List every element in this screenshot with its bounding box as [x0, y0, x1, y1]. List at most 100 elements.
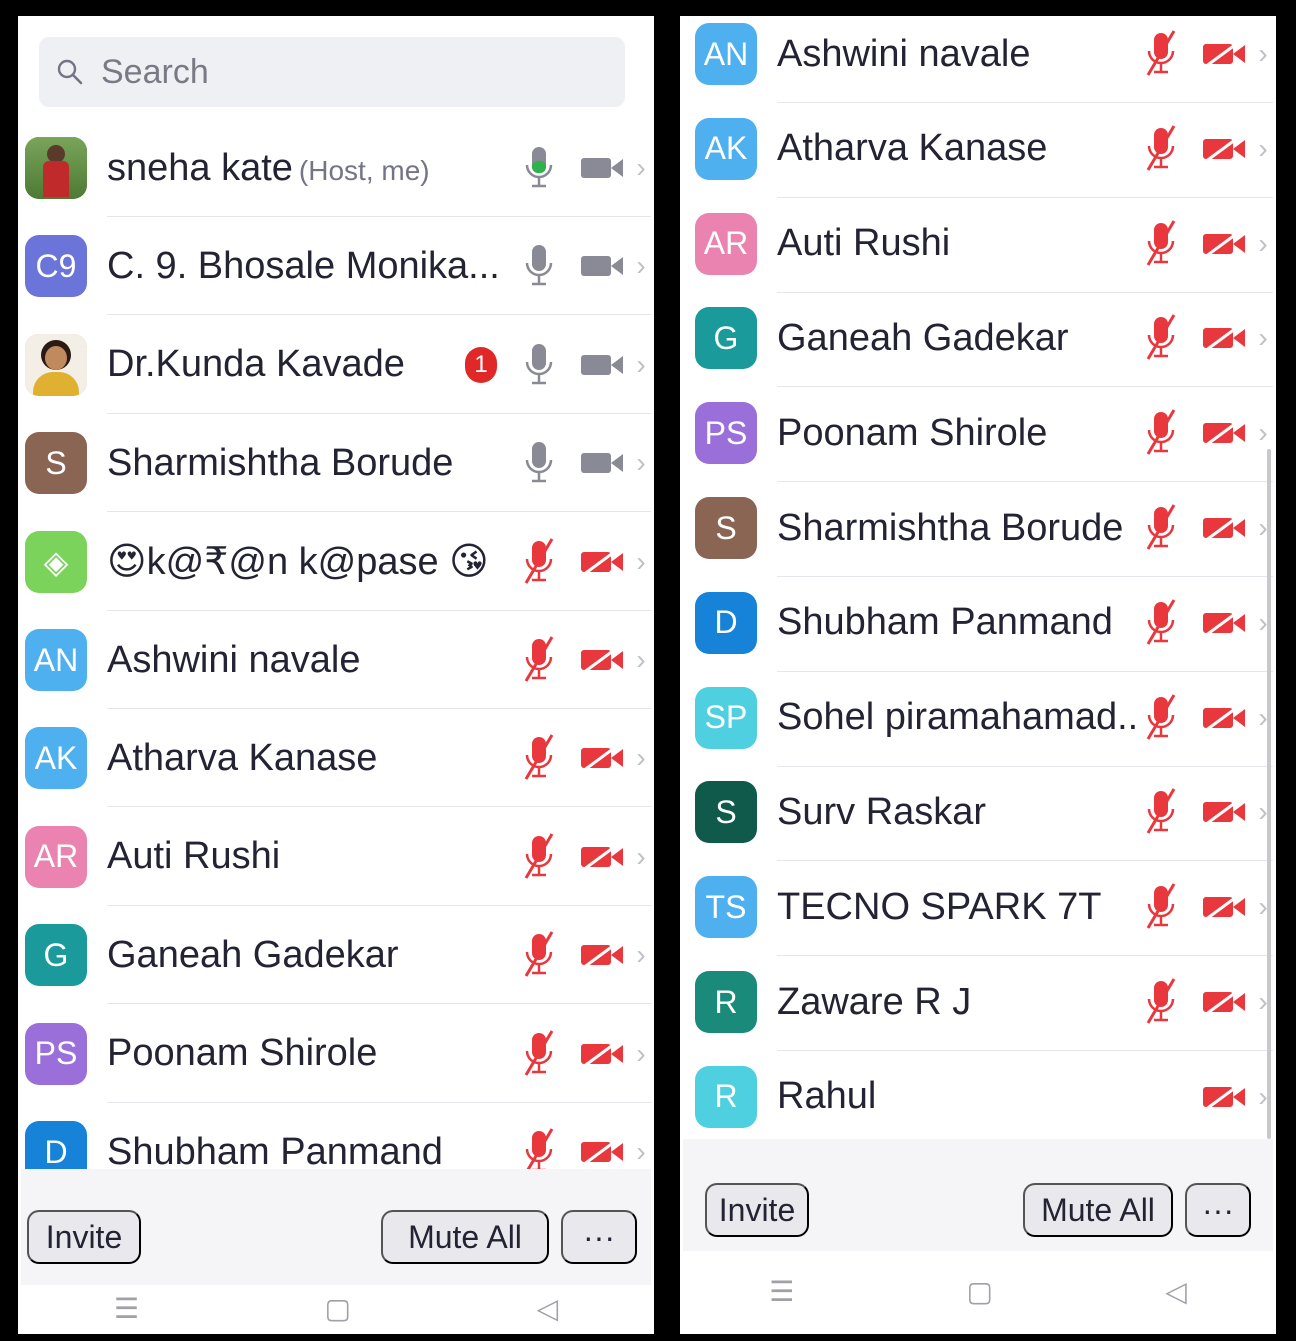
video-icon[interactable] — [577, 153, 627, 183]
participant-row[interactable]: TS TECNO SPARK 7T › — [695, 858, 1273, 957]
chevron-right-icon[interactable]: › — [631, 841, 651, 873]
chevron-right-icon[interactable]: › — [1253, 322, 1273, 354]
avatar: PS — [695, 402, 757, 465]
mic-muted-icon[interactable] — [519, 832, 559, 882]
participant-row[interactable]: AN Ashwini navale › — [695, 19, 1273, 103]
video-off-icon[interactable] — [1199, 323, 1249, 353]
video-off-icon[interactable] — [1199, 702, 1249, 733]
video-off-icon[interactable] — [1199, 513, 1249, 543]
participant-row[interactable]: R Zaware R J › — [695, 953, 1273, 1051]
participant-row[interactable]: S Sharmishtha Borude › — [695, 479, 1273, 577]
video-off-icon[interactable] — [577, 940, 627, 970]
participant-row[interactable]: AK Atharva Kanase › — [25, 709, 651, 808]
video-off-icon[interactable] — [577, 546, 627, 577]
mic-muted-icon[interactable] — [519, 1029, 559, 1079]
participant-row[interactable]: SP Sohel piramahamad... › — [695, 669, 1273, 767]
mic-muted-icon[interactable] — [519, 733, 559, 783]
video-off-icon[interactable] — [1199, 39, 1249, 69]
video-off-icon[interactable] — [1199, 607, 1249, 638]
mic-icon[interactable] — [519, 143, 559, 193]
scrollbar[interactable] — [1267, 449, 1271, 1139]
video-off-icon[interactable] — [577, 1038, 627, 1069]
participant-row[interactable]: AR Auti Rushi › — [25, 808, 651, 906]
mic-muted-icon[interactable] — [519, 635, 559, 685]
mic-muted-icon[interactable] — [1141, 598, 1181, 648]
mic-icon[interactable] — [519, 438, 559, 488]
participant-row[interactable]: G Ganeah Gadekar › — [695, 289, 1273, 388]
chevron-right-icon[interactable]: › — [631, 1038, 651, 1070]
participant-row[interactable]: sneha kate (Host, me) › — [25, 119, 651, 217]
video-off-icon[interactable] — [577, 645, 627, 675]
participant-row[interactable]: AK Atharva Kanase › — [695, 100, 1273, 198]
home-nav-icon[interactable]: ▢ — [325, 1292, 351, 1325]
mic-muted-icon[interactable] — [1141, 503, 1181, 553]
video-icon[interactable] — [577, 251, 627, 281]
chevron-right-icon[interactable]: › — [1253, 133, 1273, 165]
chevron-right-icon[interactable]: › — [631, 742, 651, 774]
chevron-right-icon[interactable]: › — [631, 1136, 651, 1168]
menu-nav-icon[interactable]: ☰ — [114, 1292, 139, 1325]
mic-icon[interactable] — [519, 241, 559, 291]
mic-muted-icon[interactable] — [1141, 219, 1181, 269]
participant-row[interactable]: G Ganeah Gadekar › — [25, 906, 651, 1005]
chevron-right-icon[interactable]: › — [631, 939, 651, 971]
video-off-icon[interactable] — [1199, 987, 1249, 1017]
video-off-icon[interactable] — [1199, 418, 1249, 448]
menu-nav-icon[interactable]: ☰ — [769, 1275, 794, 1308]
video-off-icon[interactable] — [577, 743, 627, 773]
video-off-icon[interactable] — [577, 841, 627, 872]
more-options-button[interactable]: ··· — [561, 1210, 637, 1264]
participant-row[interactable]: R Rahul › — [695, 1048, 1273, 1146]
participant-row[interactable]: S Sharmishtha Borude › — [25, 414, 651, 513]
chevron-right-icon[interactable]: › — [631, 152, 651, 184]
mic-muted-icon[interactable] — [1141, 124, 1181, 174]
mic-muted-icon[interactable] — [1141, 787, 1181, 837]
chevron-right-icon[interactable]: › — [631, 250, 651, 282]
participant-name: Poonam Shirole — [107, 1032, 378, 1075]
home-nav-icon[interactable]: ▢ — [967, 1275, 993, 1308]
back-nav-icon[interactable]: ◁ — [537, 1292, 559, 1325]
mic-icon[interactable] — [519, 340, 559, 390]
chevron-right-icon[interactable]: › — [631, 349, 651, 381]
participant-row[interactable]: PS Poonam Shirole › — [695, 384, 1273, 483]
mic-muted-icon[interactable] — [519, 537, 559, 587]
chevron-right-icon[interactable]: › — [1253, 38, 1273, 70]
participant-row[interactable]: AN Ashwini navale › — [25, 611, 651, 709]
participant-row[interactable]: Dr.Kunda Kavade 1 › — [25, 316, 651, 414]
participant-row[interactable]: AR Auti Rushi › — [695, 195, 1273, 293]
mic-muted-icon[interactable] — [1141, 313, 1181, 363]
mic-muted-icon[interactable] — [1141, 977, 1181, 1027]
participant-row[interactable]: S Surv Raskar › — [695, 763, 1273, 862]
mic-muted-icon[interactable] — [519, 930, 559, 980]
participant-row[interactable]: PS Poonam Shirole › — [25, 1005, 651, 1103]
video-off-icon[interactable] — [1199, 133, 1249, 164]
participant-row[interactable]: ◈ 😍k@₹@n k@pase 😘 › — [25, 513, 651, 611]
chevron-right-icon[interactable]: › — [1253, 417, 1273, 449]
invite-button[interactable]: Invite — [27, 1210, 141, 1264]
mute-all-button[interactable]: Mute All — [381, 1210, 549, 1264]
mic-muted-icon[interactable] — [1141, 693, 1181, 743]
video-off-icon[interactable] — [1199, 228, 1249, 259]
search-bar[interactable] — [39, 37, 625, 107]
mute-all-button[interactable]: Mute All — [1023, 1183, 1173, 1237]
video-off-icon[interactable] — [577, 1137, 627, 1167]
back-nav-icon[interactable]: ◁ — [1165, 1275, 1187, 1308]
participant-row[interactable]: D Shubham Panmand › — [695, 574, 1273, 672]
mic-muted-icon[interactable] — [1141, 882, 1181, 932]
mic-muted-icon[interactable] — [1141, 29, 1181, 79]
avatar: AK — [25, 727, 87, 790]
chevron-right-icon[interactable]: › — [1253, 228, 1273, 260]
chevron-right-icon[interactable]: › — [631, 546, 651, 578]
chevron-right-icon[interactable]: › — [631, 447, 651, 479]
video-icon[interactable] — [577, 448, 627, 478]
video-off-icon[interactable] — [1199, 1081, 1249, 1112]
video-icon[interactable] — [577, 350, 627, 380]
video-off-icon[interactable] — [1199, 892, 1249, 922]
video-off-icon[interactable] — [1199, 797, 1249, 827]
more-options-button[interactable]: ··· — [1185, 1183, 1251, 1237]
participant-row[interactable]: C9 C. 9. Bhosale Monika... › — [25, 217, 651, 316]
search-input[interactable] — [99, 51, 583, 93]
mic-muted-icon[interactable] — [1141, 408, 1181, 458]
invite-button[interactable]: Invite — [705, 1183, 809, 1237]
chevron-right-icon[interactable]: › — [631, 644, 651, 676]
